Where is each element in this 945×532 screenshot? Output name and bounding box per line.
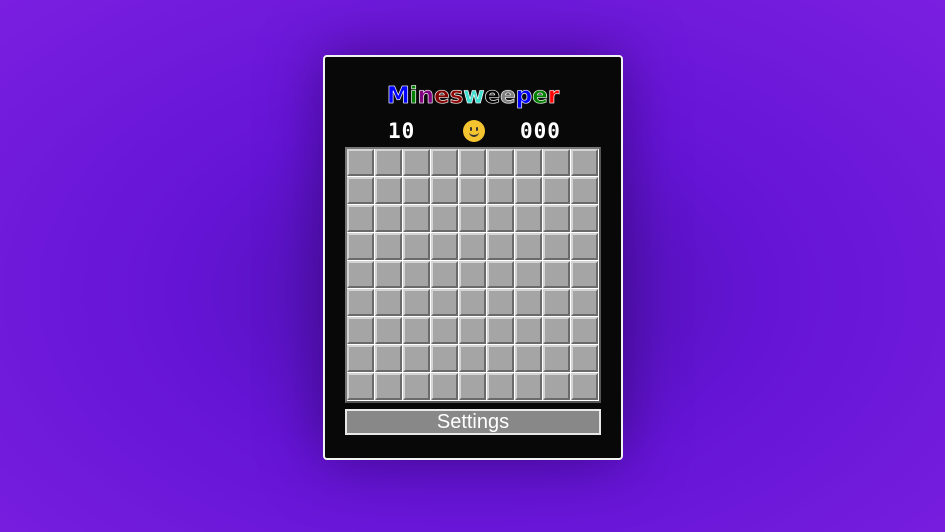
- board-cell[interactable]: [403, 149, 430, 176]
- board-cell[interactable]: [571, 205, 598, 232]
- board-cell[interactable]: [459, 177, 486, 204]
- board-cell[interactable]: [515, 149, 542, 176]
- board-cell[interactable]: [487, 149, 514, 176]
- board-cell[interactable]: [515, 317, 542, 344]
- board-cell[interactable]: [431, 373, 458, 400]
- board-cell[interactable]: [515, 289, 542, 316]
- board-cell[interactable]: [431, 345, 458, 372]
- board-cell[interactable]: [347, 177, 374, 204]
- board-cell[interactable]: [515, 233, 542, 260]
- board-cell[interactable]: [543, 205, 570, 232]
- mine-counter: 10: [388, 119, 416, 143]
- title-letter: M: [386, 83, 410, 110]
- board-cell[interactable]: [431, 205, 458, 232]
- board-cell[interactable]: [431, 149, 458, 176]
- board-cell[interactable]: [459, 345, 486, 372]
- board-cell[interactable]: [347, 345, 374, 372]
- board-cell[interactable]: [543, 149, 570, 176]
- board-cell[interactable]: [515, 373, 542, 400]
- board-cell[interactable]: [403, 205, 430, 232]
- board-cell[interactable]: [403, 317, 430, 344]
- board-cell[interactable]: [571, 317, 598, 344]
- board-cell[interactable]: [459, 261, 486, 288]
- board-cell[interactable]: [431, 177, 458, 204]
- board-cell[interactable]: [347, 233, 374, 260]
- title-letter: n: [417, 83, 434, 110]
- board-cell[interactable]: [459, 289, 486, 316]
- board-cell[interactable]: [571, 233, 598, 260]
- board-cell[interactable]: [487, 205, 514, 232]
- board-cell[interactable]: [571, 373, 598, 400]
- board-cell[interactable]: [459, 373, 486, 400]
- board-cell[interactable]: [347, 205, 374, 232]
- title-letter: i: [409, 83, 418, 110]
- board-cell[interactable]: [459, 149, 486, 176]
- minesweeper-window: Minesweeper 10 000 Settings: [323, 55, 623, 460]
- board-cell[interactable]: [375, 317, 402, 344]
- board-cell[interactable]: [487, 345, 514, 372]
- board-cell[interactable]: [543, 345, 570, 372]
- title-letter: p: [515, 83, 533, 110]
- board-cell[interactable]: [543, 373, 570, 400]
- board-cell[interactable]: [459, 233, 486, 260]
- board-cell[interactable]: [375, 177, 402, 204]
- board-cell[interactable]: [543, 261, 570, 288]
- board-cell[interactable]: [375, 149, 402, 176]
- board-cell[interactable]: [487, 261, 514, 288]
- board-cell[interactable]: [431, 233, 458, 260]
- board-cell[interactable]: [487, 177, 514, 204]
- board-cell[interactable]: [487, 233, 514, 260]
- board-cell[interactable]: [515, 205, 542, 232]
- board-cell[interactable]: [347, 289, 374, 316]
- board-cell[interactable]: [431, 289, 458, 316]
- title-letter: e: [484, 83, 501, 110]
- board-cell[interactable]: [571, 261, 598, 288]
- board-cell[interactable]: [459, 317, 486, 344]
- board-cell[interactable]: [431, 317, 458, 344]
- board-cell[interactable]: [347, 261, 374, 288]
- board-cell[interactable]: [487, 317, 514, 344]
- timer: 000: [520, 119, 561, 143]
- board-cell[interactable]: [571, 177, 598, 204]
- game-title: Minesweeper: [325, 83, 621, 110]
- board-cell[interactable]: [375, 289, 402, 316]
- board-cell[interactable]: [459, 205, 486, 232]
- board-cell[interactable]: [403, 261, 430, 288]
- board-cell[interactable]: [347, 373, 374, 400]
- board-cell[interactable]: [375, 261, 402, 288]
- board-cell[interactable]: [375, 205, 402, 232]
- title-letter: s: [449, 83, 464, 110]
- game-board: [345, 147, 601, 403]
- board-cell[interactable]: [487, 373, 514, 400]
- board-cell[interactable]: [375, 233, 402, 260]
- title-letter: e: [532, 83, 548, 110]
- board-cell[interactable]: [347, 317, 374, 344]
- board-cell[interactable]: [571, 149, 598, 176]
- board-cell[interactable]: [543, 177, 570, 204]
- board-cell[interactable]: [515, 261, 542, 288]
- board-cell[interactable]: [347, 149, 374, 176]
- title-letter: r: [547, 83, 560, 110]
- board-cell[interactable]: [543, 317, 570, 344]
- board-cell[interactable]: [571, 289, 598, 316]
- board-cell[interactable]: [543, 233, 570, 260]
- settings-button[interactable]: Settings: [345, 409, 601, 435]
- board-cell[interactable]: [487, 289, 514, 316]
- board-cell[interactable]: [403, 177, 430, 204]
- board-cell[interactable]: [403, 345, 430, 372]
- title-letter: e: [433, 83, 450, 110]
- title-letter: w: [463, 83, 485, 110]
- board-cell[interactable]: [375, 345, 402, 372]
- board-cell[interactable]: [375, 373, 402, 400]
- board-cell[interactable]: [515, 177, 542, 204]
- board-cell[interactable]: [515, 345, 542, 372]
- board-cell[interactable]: [403, 289, 430, 316]
- board-cell[interactable]: [403, 233, 430, 260]
- board-cell[interactable]: [431, 261, 458, 288]
- board-cell[interactable]: [543, 289, 570, 316]
- board-cell[interactable]: [571, 345, 598, 372]
- smiley-face-icon[interactable]: [463, 120, 485, 142]
- board-cell[interactable]: [403, 373, 430, 400]
- title-letter: e: [500, 83, 516, 110]
